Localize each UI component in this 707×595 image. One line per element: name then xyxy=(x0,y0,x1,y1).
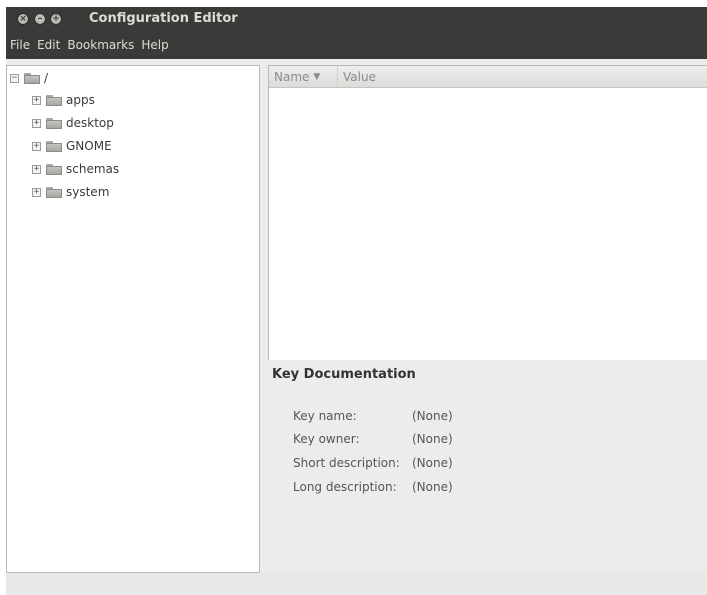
tree-label-apps: apps xyxy=(66,93,95,107)
folder-icon xyxy=(46,140,62,152)
tree-row-apps[interactable]: + apps xyxy=(32,90,95,110)
folder-icon xyxy=(24,72,40,84)
folder-icon xyxy=(46,186,62,198)
column-value-label: Value xyxy=(343,69,376,84)
status-bar xyxy=(6,573,707,595)
key-documentation-panel: Key Documentation Key name: (None) Key o… xyxy=(268,360,707,573)
column-header-value[interactable]: Value xyxy=(338,66,381,87)
doc-value: (None) xyxy=(412,409,453,423)
expand-icon[interactable]: + xyxy=(32,141,41,151)
doc-row-key-name: Key name: (None) xyxy=(293,407,453,425)
sort-descending-icon: ▼ xyxy=(313,71,321,82)
key-tree-pane[interactable]: − / + apps + desktop + GNOME + schemas +… xyxy=(6,65,260,573)
key-value-list[interactable]: Name ▼ Value xyxy=(268,65,707,360)
maximize-icon[interactable]: + xyxy=(50,13,62,25)
doc-row-short-description: Short description: (None) xyxy=(293,454,453,472)
menu-edit[interactable]: Edit xyxy=(34,38,63,52)
menu-help[interactable]: Help xyxy=(138,38,171,52)
tree-row-system[interactable]: + system xyxy=(32,182,109,202)
column-name-label: Name xyxy=(274,69,310,84)
menu-bookmarks[interactable]: Bookmarks xyxy=(64,38,137,52)
tree-row-desktop[interactable]: + desktop xyxy=(32,113,114,133)
tree-label-desktop: desktop xyxy=(66,116,114,130)
title-bar[interactable]: × – + Configuration Editor xyxy=(6,7,707,31)
expand-icon[interactable]: + xyxy=(32,118,41,128)
doc-label: Key owner: xyxy=(293,432,360,446)
list-header: Name ▼ Value xyxy=(269,66,707,88)
collapse-icon[interactable]: − xyxy=(10,73,19,83)
key-documentation-title: Key Documentation xyxy=(272,367,416,382)
doc-value: (None) xyxy=(412,432,453,446)
minimize-icon[interactable]: – xyxy=(34,13,46,25)
expand-icon[interactable]: + xyxy=(32,95,41,105)
expand-icon[interactable]: + xyxy=(32,187,41,197)
menu-bar: File Edit Bookmarks Help xyxy=(6,31,707,59)
folder-icon xyxy=(46,117,62,129)
configuration-editor-window: × – + Configuration Editor File Edit Boo… xyxy=(6,7,707,595)
window-title: Configuration Editor xyxy=(89,11,238,26)
tree-row-gnome[interactable]: + GNOME xyxy=(32,136,112,156)
tree-label-root: / xyxy=(44,71,49,85)
doc-row-long-description: Long description: (None) xyxy=(293,478,453,496)
doc-row-key-owner: Key owner: (None) xyxy=(293,430,453,448)
tree-row-schemas[interactable]: + schemas xyxy=(32,159,119,179)
doc-value: (None) xyxy=(412,480,453,494)
tree-label-system: system xyxy=(66,185,110,199)
folder-icon xyxy=(46,94,62,106)
tree-label-schemas: schemas xyxy=(66,162,120,176)
folder-icon xyxy=(46,163,62,175)
menu-file[interactable]: File xyxy=(7,38,33,52)
expand-icon[interactable]: + xyxy=(32,164,41,174)
tree-row-root[interactable]: − / xyxy=(10,68,48,88)
doc-label: Key name: xyxy=(293,409,357,423)
column-header-name[interactable]: Name ▼ xyxy=(269,66,338,87)
doc-label: Short description: xyxy=(293,456,400,470)
doc-label: Long description: xyxy=(293,480,397,494)
close-icon[interactable]: × xyxy=(17,13,29,25)
tree-label-gnome: GNOME xyxy=(66,139,112,153)
doc-value: (None) xyxy=(412,456,453,470)
